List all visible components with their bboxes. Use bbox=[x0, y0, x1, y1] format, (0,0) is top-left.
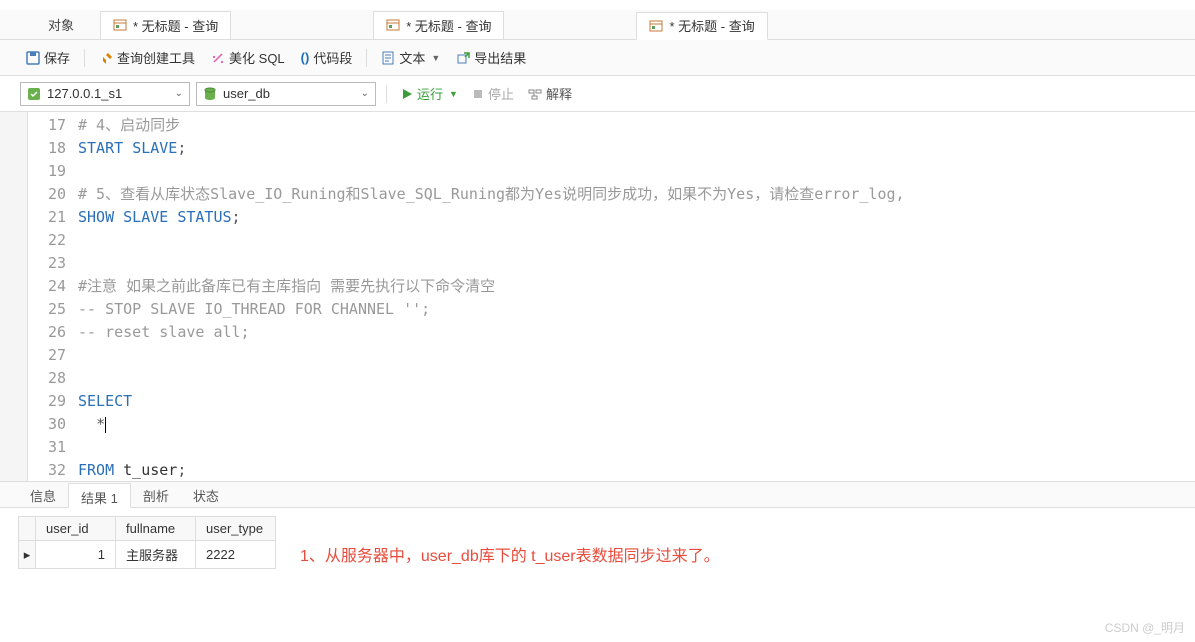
tool-icon bbox=[99, 51, 113, 65]
save-icon bbox=[26, 51, 40, 65]
line-number: 19 bbox=[28, 160, 78, 183]
chevron-down-icon: ▼ bbox=[431, 53, 440, 63]
code-line[interactable]: 21SHOW SLAVE STATUS; bbox=[28, 206, 1195, 229]
stop-button: 停止 bbox=[468, 84, 518, 103]
tab-label: * 无标题 - 查询 bbox=[669, 16, 754, 35]
line-number: 21 bbox=[28, 206, 78, 229]
connection-icon bbox=[27, 87, 41, 101]
result-tab-结果 1[interactable]: 结果 1 bbox=[68, 483, 131, 508]
line-number: 32 bbox=[28, 459, 78, 481]
code-line[interactable]: 23 bbox=[28, 252, 1195, 275]
line-number: 27 bbox=[28, 344, 78, 367]
stop-icon bbox=[472, 88, 484, 100]
chevron-down-icon: ⌄ bbox=[175, 88, 183, 99]
run-button[interactable]: 运行 ▼ bbox=[397, 84, 462, 103]
toolbar: 保存 查询创建工具 美化 SQL () 代码段 文本 ▼ 导出结果 bbox=[0, 40, 1195, 76]
code-line[interactable]: 19 bbox=[28, 160, 1195, 183]
line-number: 29 bbox=[28, 390, 78, 413]
run-label: 运行 bbox=[417, 84, 443, 103]
code-line[interactable]: 26-- reset slave all; bbox=[28, 321, 1195, 344]
column-header[interactable]: user_id bbox=[36, 517, 116, 541]
line-number: 25 bbox=[28, 298, 78, 321]
code-line[interactable]: 20# 5、查看从库状态Slave_IO_Runing和Slave_SQL_Ru… bbox=[28, 183, 1195, 206]
tab-objects[interactable]: 对象 bbox=[30, 11, 92, 38]
query-tab-2[interactable]: * 无标题 - 查询 bbox=[636, 12, 767, 40]
table-row[interactable]: ▸1主服务器2222 bbox=[19, 541, 276, 569]
document-icon bbox=[381, 51, 395, 65]
export-label: 导出结果 bbox=[474, 48, 526, 67]
export-button[interactable]: 导出结果 bbox=[450, 45, 532, 70]
result-tab-信息[interactable]: 信息 bbox=[18, 482, 68, 507]
code-line[interactable]: 31 bbox=[28, 436, 1195, 459]
query-tab-0[interactable]: * 无标题 - 查询 bbox=[100, 11, 231, 39]
top-menu bbox=[0, 0, 1195, 10]
line-number: 22 bbox=[28, 229, 78, 252]
query-icon bbox=[386, 18, 400, 32]
line-number: 24 bbox=[28, 275, 78, 298]
editor-gutter bbox=[0, 112, 28, 481]
row-pointer-icon: ▸ bbox=[21, 547, 33, 563]
code-line[interactable]: 28 bbox=[28, 367, 1195, 390]
connection-value: 127.0.0.1_s1 bbox=[47, 86, 122, 101]
code-line[interactable]: 22 bbox=[28, 229, 1195, 252]
code-line[interactable]: 24#注意 如果之前此备库已有主库指向 需要先执行以下命令清空 bbox=[28, 275, 1195, 298]
line-number: 28 bbox=[28, 367, 78, 390]
play-icon bbox=[401, 88, 413, 100]
connection-bar: 127.0.0.1_s1 ⌄ user_db ⌄ 运行 ▼ 停止 解释 bbox=[0, 76, 1195, 112]
tab-label: * 无标题 - 查询 bbox=[406, 16, 491, 35]
database-select[interactable]: user_db ⌄ bbox=[196, 82, 376, 106]
tab-label: * 无标题 - 查询 bbox=[133, 16, 218, 35]
line-number: 23 bbox=[28, 252, 78, 275]
save-button[interactable]: 保存 bbox=[20, 45, 76, 70]
code-line[interactable]: 18START SLAVE; bbox=[28, 137, 1195, 160]
line-number: 20 bbox=[28, 183, 78, 206]
text-button[interactable]: 文本 ▼ bbox=[375, 45, 446, 70]
text-label: 文本 bbox=[399, 48, 425, 67]
line-number: 31 bbox=[28, 436, 78, 459]
annotation-text: 1、从服务器中，user_db库下的 t_user表数据同步过来了。 bbox=[300, 542, 720, 566]
code-line[interactable]: 30 * bbox=[28, 413, 1195, 436]
sql-editor[interactable]: 17# 4、启动同步18START SLAVE;19 20# 5、查看从库状态S… bbox=[0, 112, 1195, 482]
line-number: 26 bbox=[28, 321, 78, 344]
database-icon bbox=[203, 87, 217, 101]
parens-icon: () bbox=[301, 50, 310, 65]
result-tab-剖析[interactable]: 剖析 bbox=[131, 482, 181, 507]
explain-label: 解释 bbox=[546, 84, 572, 103]
snippet-button[interactable]: () 代码段 bbox=[295, 45, 359, 70]
query-icon bbox=[649, 19, 663, 33]
column-header[interactable]: user_type bbox=[196, 517, 276, 541]
code-line[interactable]: 32FROM t_user; bbox=[28, 459, 1195, 481]
query-builder-button[interactable]: 查询创建工具 bbox=[93, 45, 201, 70]
code-line[interactable]: 25-- STOP SLAVE IO_THREAD FOR CHANNEL ''… bbox=[28, 298, 1195, 321]
query-tab-1[interactable]: * 无标题 - 查询 bbox=[373, 11, 504, 39]
database-value: user_db bbox=[223, 86, 270, 101]
line-number: 17 bbox=[28, 114, 78, 137]
snippet-label: 代码段 bbox=[313, 48, 352, 67]
watermark: CSDN @_明月 bbox=[1105, 619, 1185, 636]
explain-button[interactable]: 解释 bbox=[524, 84, 576, 103]
export-icon bbox=[456, 51, 470, 65]
query-builder-label: 查询创建工具 bbox=[117, 48, 195, 67]
result-grid[interactable]: user_idfullnameuser_type▸1主服务器2222 1、从服务… bbox=[0, 508, 1195, 577]
chevron-down-icon: ⌄ bbox=[361, 88, 369, 99]
column-header[interactable]: fullname bbox=[116, 517, 196, 541]
explain-icon bbox=[528, 87, 542, 101]
beautify-button[interactable]: 美化 SQL bbox=[205, 45, 291, 70]
save-label: 保存 bbox=[44, 48, 70, 67]
wand-icon bbox=[211, 51, 225, 65]
document-tabs: 对象 * 无标题 - 查询 * 无标题 - 查询 * 无标题 - 查询 bbox=[0, 10, 1195, 40]
result-tabs: 信息结果 1剖析状态 bbox=[0, 482, 1195, 508]
stop-label: 停止 bbox=[488, 84, 514, 103]
line-number: 30 bbox=[28, 413, 78, 436]
code-line[interactable]: 27 bbox=[28, 344, 1195, 367]
code-line[interactable]: 17# 4、启动同步 bbox=[28, 114, 1195, 137]
result-tab-状态[interactable]: 状态 bbox=[181, 482, 231, 507]
line-number: 18 bbox=[28, 137, 78, 160]
beautify-label: 美化 SQL bbox=[229, 48, 285, 67]
chevron-down-icon: ▼ bbox=[449, 89, 458, 99]
code-line[interactable]: 29SELECT bbox=[28, 390, 1195, 413]
connection-select[interactable]: 127.0.0.1_s1 ⌄ bbox=[20, 82, 190, 106]
query-icon bbox=[113, 18, 127, 32]
